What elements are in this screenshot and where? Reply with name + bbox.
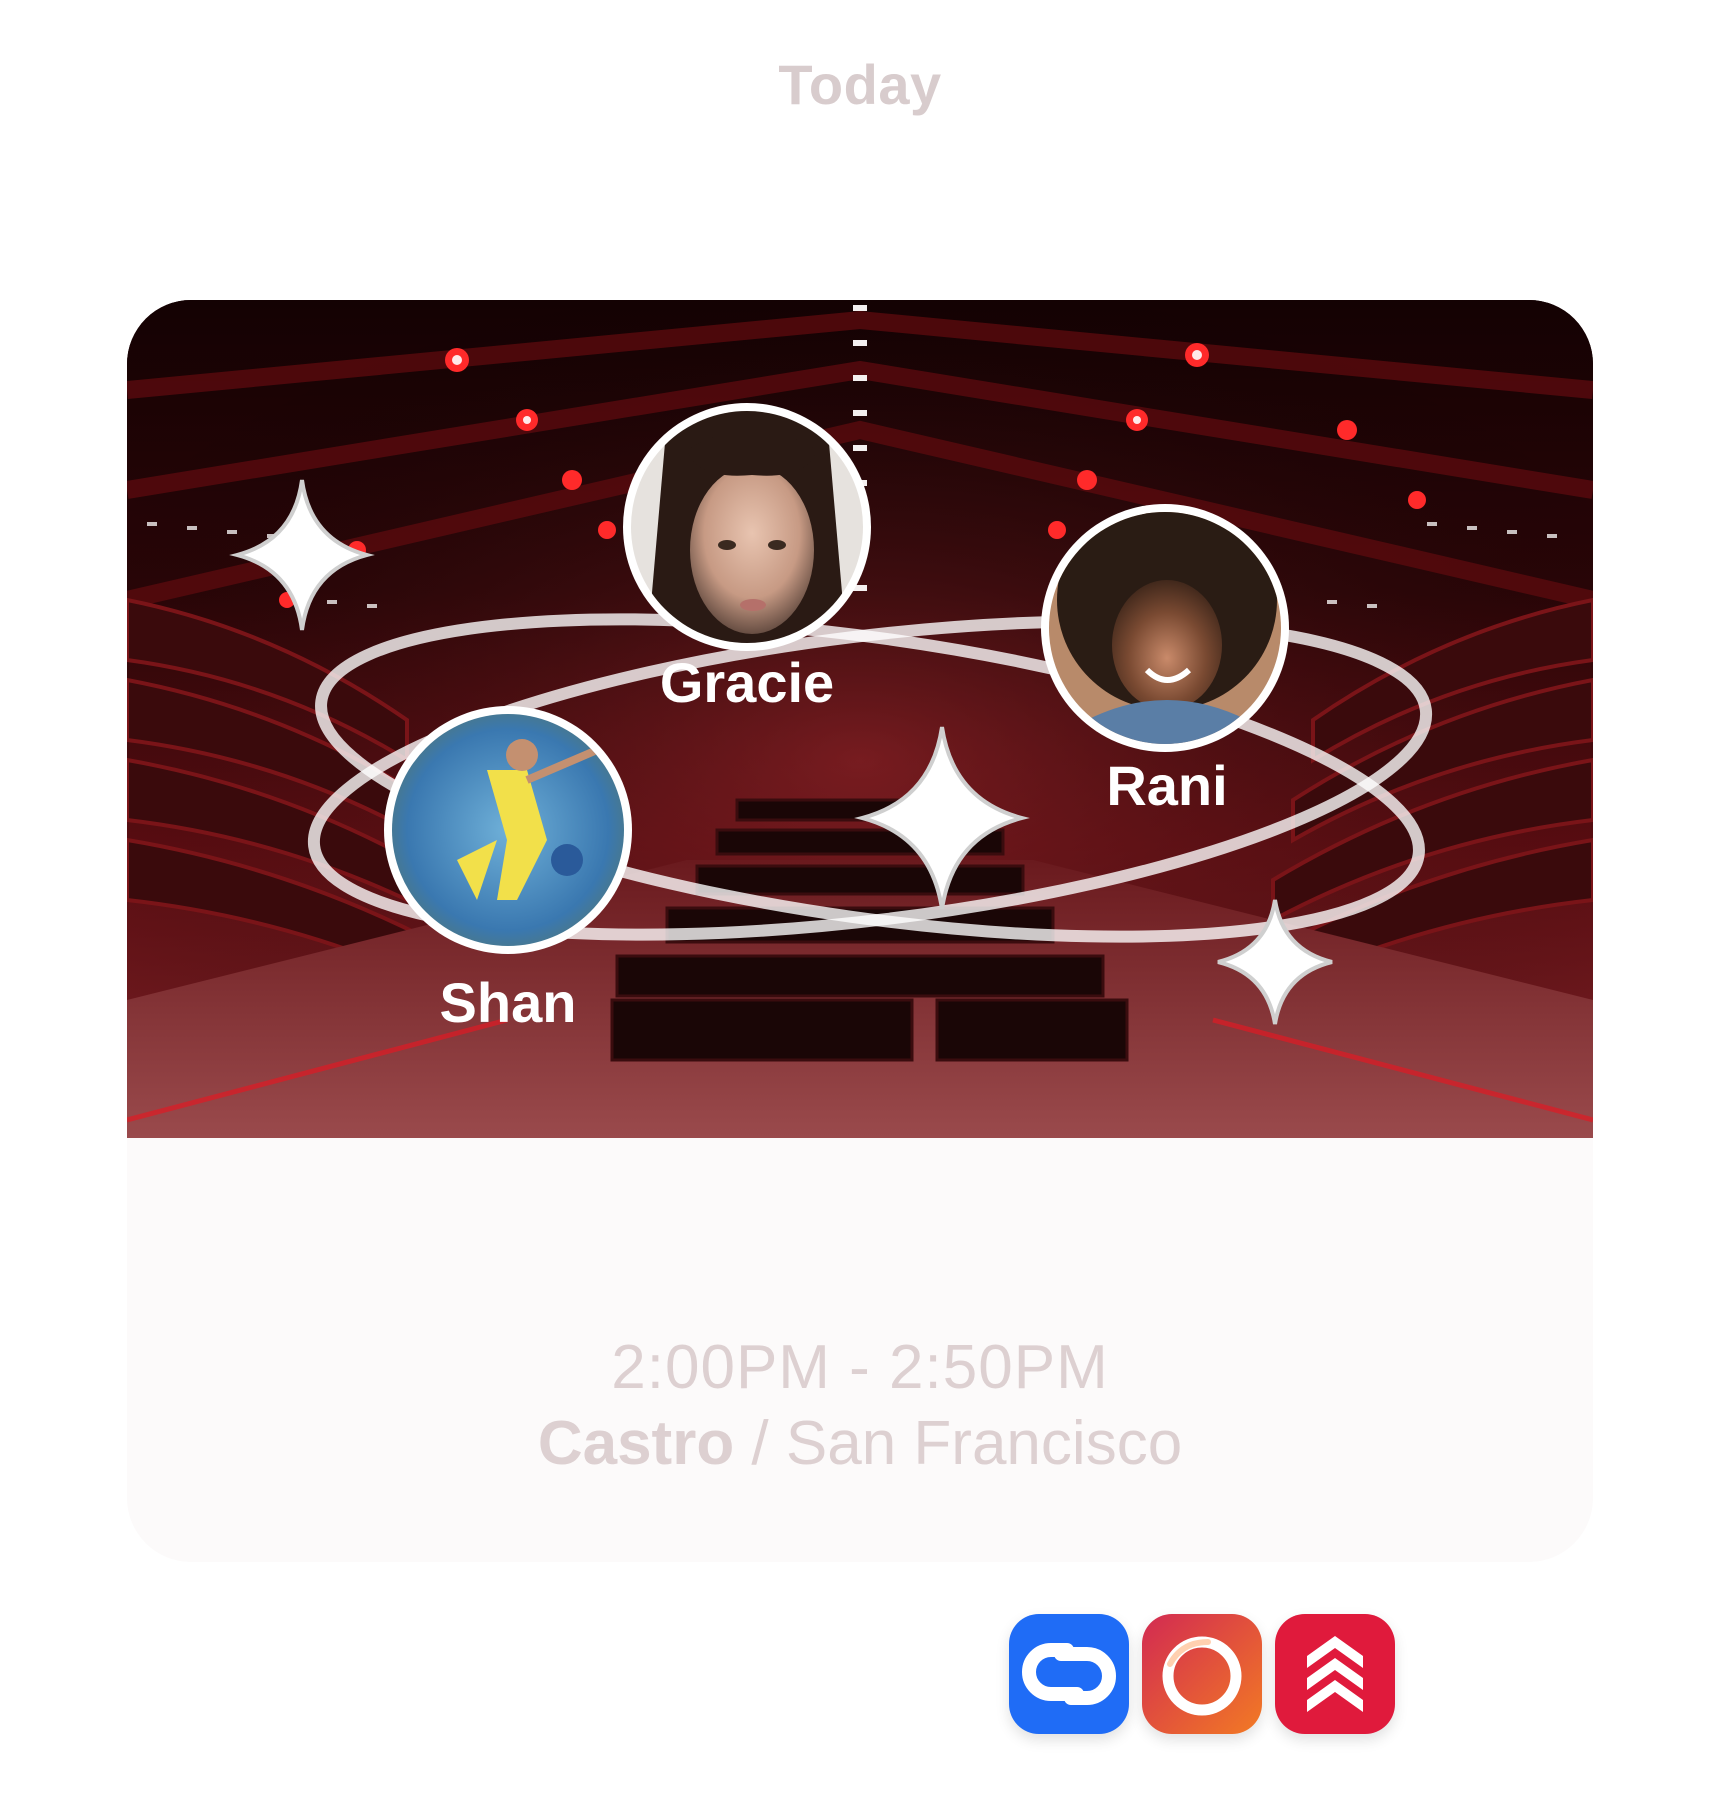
event-info: 2:00PM - 2:50PM Castro / San Francisco bbox=[127, 1330, 1593, 1482]
location-separator: / bbox=[734, 1409, 786, 1478]
event-location: Castro / San Francisco bbox=[127, 1406, 1593, 1482]
studio-scene: Gracie Rani Shan bbox=[127, 300, 1593, 1138]
ring-icon bbox=[1162, 1636, 1242, 1716]
chevron-star-icon bbox=[1307, 1636, 1363, 1719]
page: Today Gracie Rani Shan 2:00PM - 2:50PM C… bbox=[0, 0, 1720, 1800]
event-city: San Francisco bbox=[785, 1409, 1183, 1478]
avatar-shan[interactable] bbox=[384, 706, 632, 954]
app-icon-row bbox=[1009, 1614, 1395, 1734]
ring-app-icon[interactable] bbox=[1142, 1614, 1262, 1734]
participant-name-shan: Shan bbox=[440, 971, 577, 1034]
event-hero-image: Gracie Rani Shan bbox=[127, 300, 1593, 1138]
link-app-icon[interactable] bbox=[1009, 1614, 1129, 1734]
chevron-star-app-icon[interactable] bbox=[1275, 1614, 1395, 1734]
event-venue: Castro bbox=[537, 1409, 735, 1478]
event-time: 2:00PM - 2:50PM bbox=[611, 1333, 1109, 1402]
event-card[interactable]: Gracie Rani Shan 2:00PM - 2:50PM Castro … bbox=[127, 300, 1593, 1562]
date-header: Today bbox=[778, 53, 942, 116]
link-icon bbox=[1022, 1643, 1116, 1705]
participant-name-rani: Rani bbox=[1106, 754, 1227, 817]
participant-name-gracie: Gracie bbox=[660, 651, 834, 714]
